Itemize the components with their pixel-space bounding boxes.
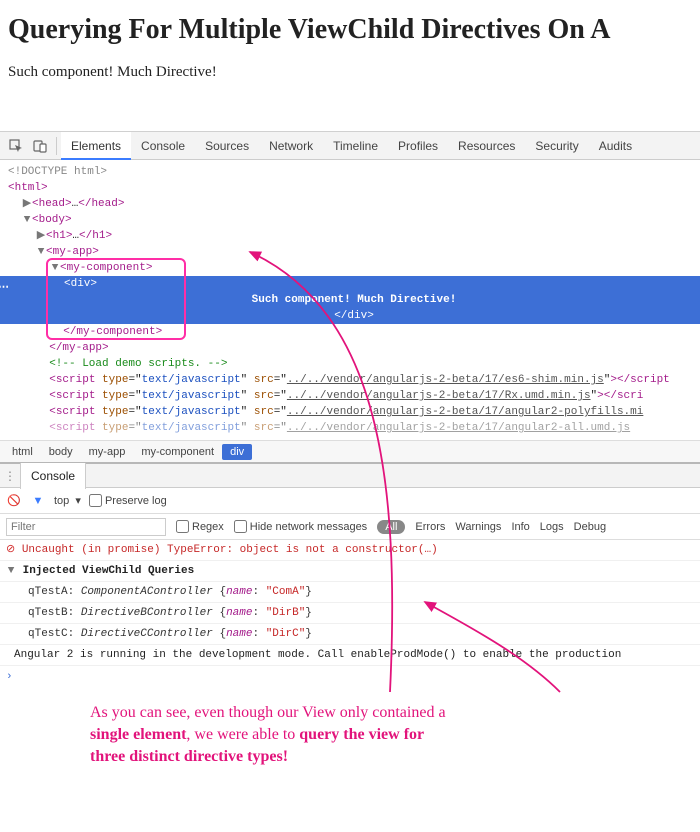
console-line-1[interactable]: qTestB: DirectiveBController {name: "Dir… (0, 603, 700, 624)
dom-h1[interactable]: ▶<h1>…</h1> (8, 228, 700, 244)
console-line-0[interactable]: qTestA: ComponentAController {name: "Com… (0, 582, 700, 603)
devtools-panel: Elements Console Sources Network Timelin… (0, 131, 700, 788)
page-subtitle: Such component! Much Directive! (8, 64, 692, 81)
context-selector[interactable]: top ▾ (54, 494, 81, 507)
dom-head[interactable]: ▶<head>…</head> (8, 196, 700, 212)
tab-elements[interactable]: Elements (61, 132, 131, 160)
tab-resources[interactable]: Resources (448, 132, 525, 160)
dom-myapp-open[interactable]: ▼<my-app> (8, 244, 700, 260)
tab-console[interactable]: Console (131, 132, 195, 160)
chevron-down-icon: ▼ (6, 562, 16, 580)
level-all[interactable]: All (377, 520, 405, 534)
dom-doctype: <!DOCTYPE html> (8, 164, 700, 180)
hide-network-checkbox[interactable]: Hide network messages (234, 520, 367, 533)
level-errors[interactable]: Errors (415, 521, 445, 533)
page-title: Querying For Multiple ViewChild Directiv… (8, 14, 692, 46)
inspect-icon[interactable] (4, 134, 28, 158)
console-output: ⊘ Uncaught (in promise) TypeError: objec… (0, 540, 700, 688)
preserve-log-checkbox[interactable]: Preserve log (89, 494, 167, 507)
console-line-2[interactable]: qTestC: DirectiveCController {name: "Dir… (0, 624, 700, 645)
dom-html-open[interactable]: <html> (8, 180, 700, 196)
dom-body-open[interactable]: ▼<body> (8, 212, 700, 228)
console-error-text: Uncaught (in promise) TypeError: object … (22, 544, 438, 556)
console-group-label: Injected ViewChild Queries (23, 565, 195, 577)
regex-checkbox[interactable]: Regex (176, 520, 224, 533)
tab-security[interactable]: Security (525, 132, 588, 160)
console-controls: 🚫 ▼ top ▾ Preserve log (0, 488, 700, 514)
devtools-tabrow: Elements Console Sources Network Timelin… (0, 132, 700, 160)
dom-comment: <!-- Load demo scripts. --> (8, 356, 700, 372)
console-error-row[interactable]: ⊘ Uncaught (in promise) TypeError: objec… (0, 540, 700, 561)
crumb-myapp[interactable]: my-app (81, 444, 134, 460)
drawer-tab-console[interactable]: Console (20, 463, 86, 489)
dom-selected-node[interactable]: ⋯ <div> Such component! Much Directive! … (0, 276, 700, 324)
dom-script-2[interactable]: <script type="text/javascript" src="../.… (8, 404, 700, 420)
crumb-div[interactable]: div (222, 444, 252, 460)
console-filter-row: Regex Hide network messages All Errors W… (0, 514, 700, 540)
tab-profiles[interactable]: Profiles (388, 132, 448, 160)
crumb-body[interactable]: body (41, 444, 81, 460)
device-icon[interactable] (28, 134, 52, 158)
filter-funnel-icon[interactable]: ▼ (30, 495, 46, 507)
crumb-mycomponent[interactable]: my-component (133, 444, 222, 460)
annotation-text: As you can see, even though our View onl… (0, 688, 700, 788)
level-logs[interactable]: Logs (540, 521, 564, 533)
level-warnings[interactable]: Warnings (455, 521, 501, 533)
drawer-tabrow: ⋮ Console (0, 462, 700, 488)
gutter-dots-icon: ⋯ (0, 280, 10, 296)
dom-myapp-close[interactable]: </my-app> (8, 340, 700, 356)
dom-tree[interactable]: <!DOCTYPE html> <html> ▶<head>…</head> ▼… (0, 160, 700, 440)
error-icon: ⊘ (6, 544, 15, 556)
console-footer-text: Angular 2 is running in the development … (14, 649, 621, 661)
tab-timeline[interactable]: Timeline (323, 132, 388, 160)
tab-audits[interactable]: Audits (589, 132, 642, 160)
console-prompt-icon[interactable]: › (0, 666, 700, 688)
dom-script-0[interactable]: <script type="text/javascript" src="../.… (8, 372, 700, 388)
dom-mycomponent-open[interactable]: ▼<my-component> (8, 260, 700, 276)
tab-sources[interactable]: Sources (195, 132, 259, 160)
drawer-drag-icon[interactable]: ⋮ (0, 469, 20, 483)
breadcrumb: html body my-app my-component div (0, 440, 700, 462)
dom-script-3[interactable]: <script type="text/javascript" src="../.… (8, 420, 700, 436)
tab-network[interactable]: Network (259, 132, 323, 160)
level-info[interactable]: Info (511, 521, 529, 533)
console-footer-row: Angular 2 is running in the development … (0, 645, 700, 666)
clear-console-icon[interactable]: 🚫 (6, 494, 22, 507)
separator (56, 137, 57, 155)
dom-selected-text: Such component! Much Directive! (8, 292, 700, 308)
console-group-header[interactable]: ▼ Injected ViewChild Queries (0, 561, 700, 582)
dom-mycomponent-close[interactable]: </my-component> (8, 324, 700, 340)
filter-input[interactable] (6, 518, 166, 536)
crumb-html[interactable]: html (4, 444, 41, 460)
dom-script-1[interactable]: <script type="text/javascript" src="../.… (8, 388, 700, 404)
level-debug[interactable]: Debug (574, 521, 606, 533)
